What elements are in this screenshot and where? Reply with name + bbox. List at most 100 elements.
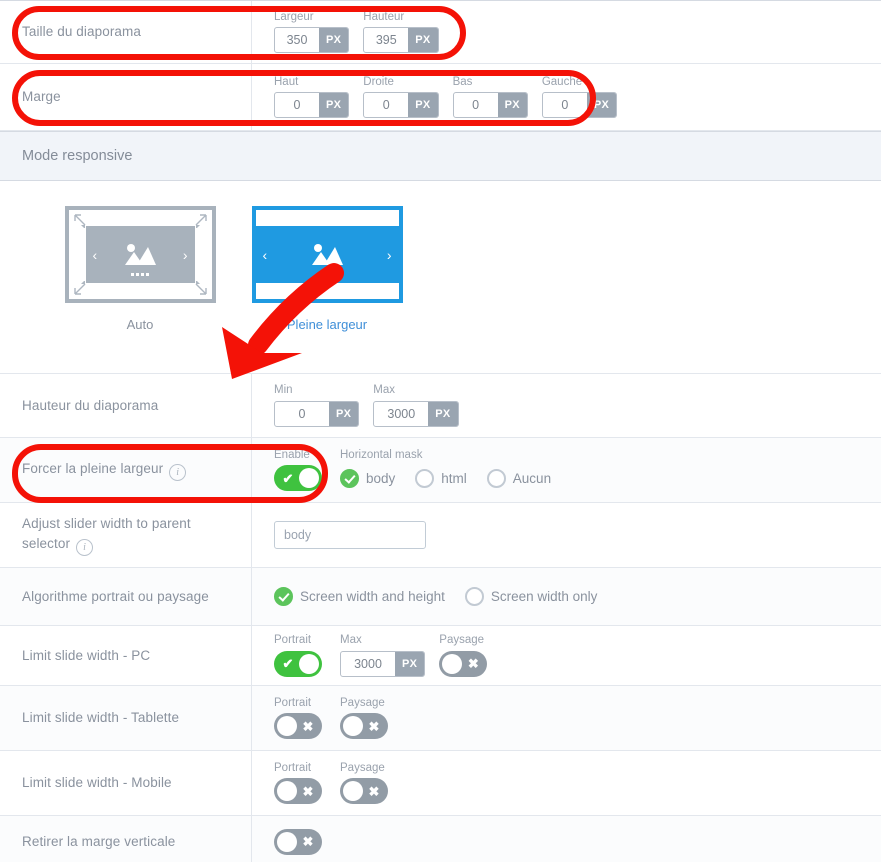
force-full-width-label: Forcer la pleine largeur — [22, 460, 164, 476]
adjust-parent-selector-label: Adjust slider width to parent selector — [22, 515, 191, 551]
toggle-knob — [343, 781, 363, 802]
limit-width-pc-label: Limit slide width - PC — [22, 647, 151, 663]
hauteur-input[interactable] — [364, 28, 409, 53]
mode-full-width-caption: Pleine largeur — [286, 317, 368, 332]
row-label-margin: Marge — [0, 64, 252, 130]
mask-option-html[interactable]: html — [415, 468, 467, 488]
mode-option-auto[interactable]: ‹ › Auto — [54, 206, 226, 332]
horizontal-mask-group: Horizontal mask body html Aucun — [340, 449, 571, 492]
full-width-thumbnail[interactable]: ‹ › — [251, 206, 403, 303]
row-margin: Marge Haut PX Droite PX Bas — [0, 64, 881, 131]
row-controls-margin: Haut PX Droite PX Bas PX — [252, 64, 881, 130]
min-unit: PX — [329, 401, 359, 426]
pc-max-unit: PX — [395, 651, 425, 676]
tablet-portrait-label: Portrait — [274, 696, 312, 709]
enable-toggle-wrap: Enable ✔ — [274, 449, 322, 492]
largeur-input-group[interactable]: PX — [274, 27, 350, 54]
pc-max-input-group[interactable]: PX — [340, 650, 426, 677]
algorithm-option-width-height-label: Screen width and height — [300, 589, 445, 604]
slider-height-label: Hauteur du diaporama — [22, 397, 159, 413]
row-label-adjust-parent-selector: Adjust slider width to parent selector i — [0, 503, 252, 567]
row-controls-adjust-parent-selector — [252, 503, 881, 567]
toggle-knob — [299, 653, 319, 674]
row-slider-height: Hauteur du diaporama Min PX Max PX — [0, 374, 881, 438]
mobile-portrait-label: Portrait — [274, 761, 312, 774]
full-next-arrow-icon: › — [386, 246, 392, 263]
droite-input-group[interactable]: PX — [363, 92, 439, 119]
auto-next-arrow-icon: › — [182, 246, 188, 263]
toggle-cross-icon: ✖ — [467, 656, 479, 672]
algorithm-label: Algorithme portrait ou paysage — [22, 588, 209, 604]
tablet-portrait-toggle-wrap: Portrait ✖ — [274, 697, 322, 740]
pc-portrait-toggle[interactable]: ✔ — [274, 650, 322, 677]
max-height-input-group[interactable]: PX — [373, 400, 459, 427]
bas-input-group[interactable]: PX — [452, 92, 528, 119]
row-controls-limit-width-mobile: Portrait ✖ Paysage ✖ — [252, 751, 881, 815]
row-label-remove-vertical-margin: Retirer la marge verticale — [0, 816, 252, 862]
gauche-input-group[interactable]: PX — [541, 92, 618, 119]
row-label-algorithm: Algorithme portrait ou paysage — [0, 568, 252, 625]
section-header-title: Mode responsive — [22, 148, 133, 164]
max-height-input[interactable] — [374, 401, 429, 426]
row-controls-remove-vertical-margin: ✖ — [252, 816, 881, 862]
row-controls-limit-width-pc: Portrait ✔ Max PX Paysage ✖ — [252, 626, 881, 685]
haut-input[interactable] — [275, 93, 319, 118]
info-icon[interactable]: i — [76, 539, 94, 557]
parent-selector-input[interactable] — [274, 521, 426, 549]
toggle-cross-icon: ✖ — [302, 718, 314, 734]
min-input-group[interactable]: PX — [274, 400, 360, 427]
gauche-input[interactable] — [542, 93, 587, 118]
largeur-input[interactable] — [275, 28, 319, 53]
row-controls-slider-size: Largeur PX Hauteur PX — [252, 1, 881, 63]
pc-max-input[interactable] — [341, 651, 395, 676]
mobile-portrait-toggle-wrap: Portrait ✖ — [274, 762, 322, 805]
toggle-cross-icon: ✖ — [302, 783, 314, 799]
remove-vertical-margin-label: Retirer la marge verticale — [22, 833, 176, 849]
remove-vertical-margin-toggle[interactable]: ✖ — [274, 828, 322, 855]
toggle-cross-icon: ✖ — [368, 783, 380, 799]
row-label-limit-width-mobile: Limit slide width - Mobile — [0, 751, 252, 815]
max-height-label: Max — [373, 384, 396, 397]
droite-input[interactable] — [364, 93, 409, 118]
mask-option-body-label: body — [366, 470, 396, 486]
pc-paysage-label: Paysage — [439, 634, 485, 647]
min-input[interactable] — [275, 401, 329, 426]
bas-input[interactable] — [453, 93, 498, 118]
algorithm-option-width-height[interactable]: Screen width and height — [274, 587, 445, 606]
mode-option-full-width[interactable]: ‹ › Pleine largeur — [241, 206, 413, 332]
auto-thumbnail[interactable]: ‹ › — [64, 206, 216, 303]
row-limit-width-tablet: Limit slide width - Tablette Portrait ✖ … — [0, 686, 881, 751]
haut-input-group[interactable]: PX — [274, 92, 350, 119]
auto-prev-arrow-icon: ‹ — [92, 246, 98, 263]
hauteur-label: Hauteur — [363, 10, 405, 23]
field-group-gauche: Gauche PX — [541, 76, 618, 119]
limit-width-mobile-label: Limit slide width - Mobile — [22, 775, 172, 791]
hauteur-input-group[interactable]: PX — [363, 27, 439, 54]
radio-checked-icon — [274, 587, 293, 606]
row-limit-width-mobile: Limit slide width - Mobile Portrait ✖ Pa… — [0, 751, 881, 816]
radio-checked-icon — [340, 468, 359, 488]
row-limit-width-pc: Limit slide width - PC Portrait ✔ Max PX… — [0, 626, 881, 686]
row-label-slider-size: Taille du diaporama — [0, 1, 252, 63]
algorithm-option-width-only[interactable]: Screen width only — [464, 587, 597, 606]
pc-paysage-toggle[interactable]: ✖ — [439, 650, 488, 677]
field-group-droite: Droite PX — [363, 76, 439, 119]
toggle-knob — [343, 716, 363, 737]
mobile-paysage-toggle[interactable]: ✖ — [340, 778, 388, 805]
field-group-haut: Haut PX — [274, 76, 350, 119]
pc-max-label: Max — [340, 634, 362, 647]
section-header-responsive-mode: Mode responsive — [0, 131, 881, 181]
radio-unchecked-icon — [415, 468, 435, 488]
info-icon[interactable]: i — [169, 464, 187, 482]
largeur-label: Largeur — [274, 10, 314, 23]
tablet-portrait-toggle[interactable]: ✖ — [274, 713, 322, 740]
toggle-cross-icon: ✖ — [368, 718, 380, 734]
mask-option-aucun[interactable]: Aucun — [486, 468, 552, 488]
tablet-paysage-toggle[interactable]: ✖ — [340, 713, 388, 740]
field-group-largeur: Largeur PX — [274, 10, 350, 54]
field-group-pc-max: Max PX — [340, 634, 426, 677]
mask-option-aucun-label: Aucun — [512, 470, 552, 486]
force-full-width-toggle[interactable]: ✔ — [274, 465, 322, 492]
mobile-portrait-toggle[interactable]: ✖ — [274, 778, 322, 805]
mask-option-body[interactable]: body — [340, 468, 396, 488]
